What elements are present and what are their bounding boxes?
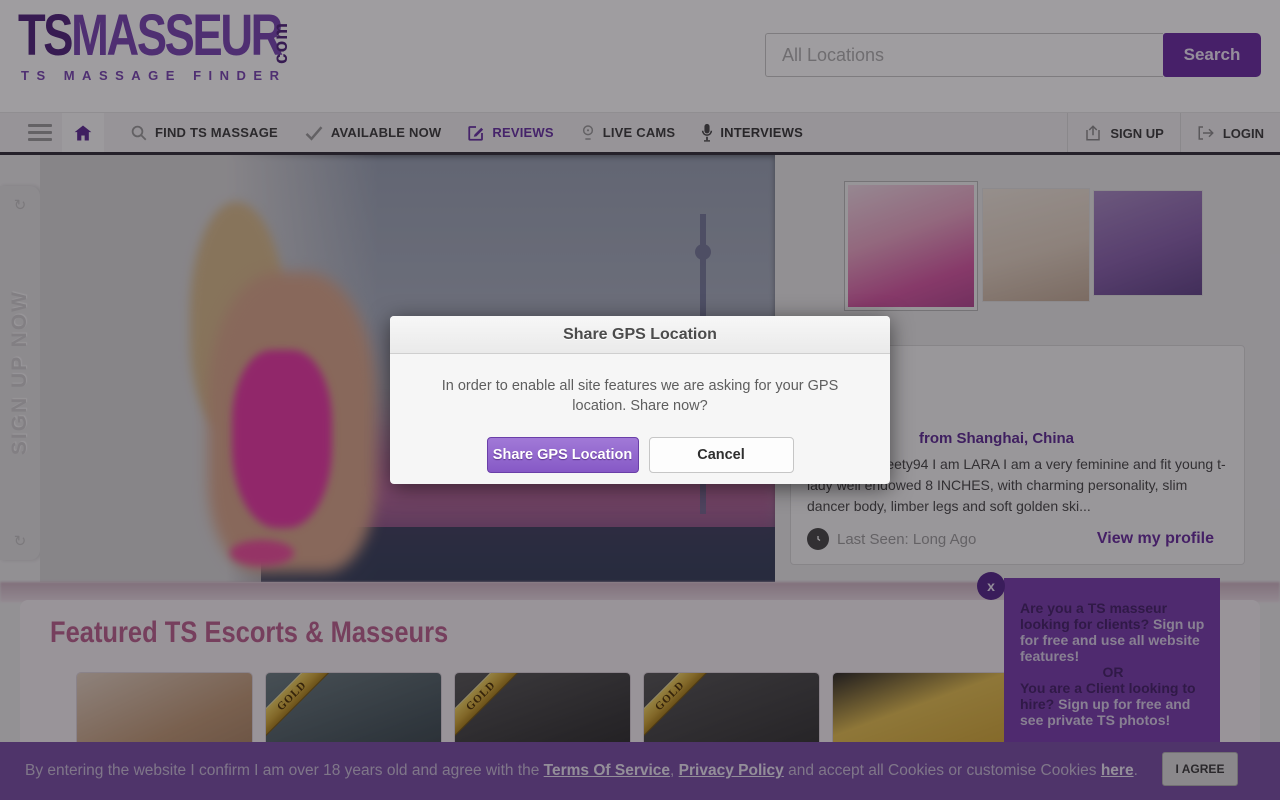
- gps-location-modal: Share GPS Location In order to enable al…: [390, 316, 890, 484]
- cancel-button[interactable]: Cancel: [649, 437, 794, 473]
- page: TSMASSEUR com TS MASSAGE FINDER Search F…: [0, 0, 1280, 800]
- share-gps-button[interactable]: Share GPS Location: [487, 437, 639, 473]
- modal-title: Share GPS Location: [390, 316, 890, 354]
- modal-actions: Share GPS Location Cancel: [390, 437, 890, 473]
- modal-body-text: In order to enable all site features we …: [390, 354, 890, 416]
